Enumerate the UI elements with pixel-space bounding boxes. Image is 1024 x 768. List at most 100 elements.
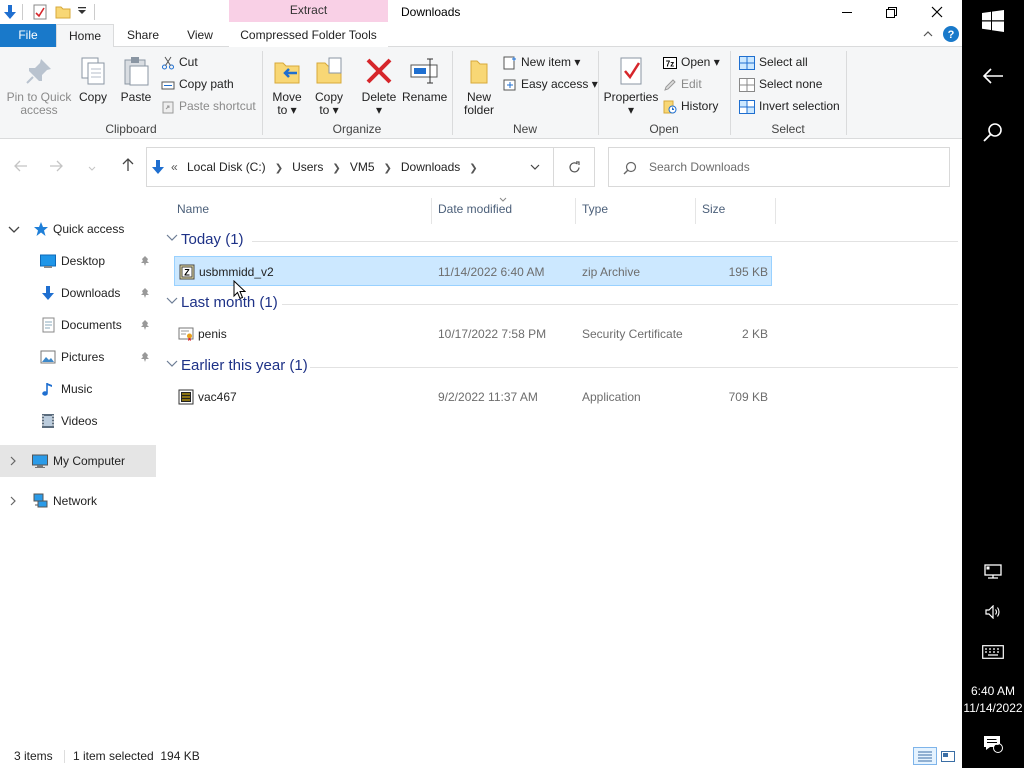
- volume-button[interactable]: [962, 600, 1024, 624]
- file-row[interactable]: Z usbmmidd_v2 11/14/2022 6:40 AM zip Arc…: [174, 256, 772, 286]
- down-arrow-icon[interactable]: [2, 4, 18, 20]
- rename-label: Rename: [402, 90, 448, 104]
- forward-button[interactable]: [46, 157, 66, 177]
- pin-to-quick-access-button[interactable]: Pin to Quick access: [6, 55, 72, 117]
- large-icons-view-button[interactable]: [939, 748, 957, 764]
- column-header-date[interactable]: Date modified: [438, 195, 512, 224]
- breadcrumb-separator-icon[interactable]: ❯: [384, 163, 392, 174]
- copy-to-button[interactable]: Copy to ▾: [310, 55, 348, 117]
- refresh-button[interactable]: [553, 148, 595, 186]
- details-view-button[interactable]: [913, 747, 937, 765]
- up-button[interactable]: [118, 157, 138, 177]
- new-folder-icon[interactable]: [55, 4, 71, 20]
- select-all-button[interactable]: Select all: [739, 52, 808, 72]
- column-divider[interactable]: [575, 198, 576, 224]
- column-header-type[interactable]: Type: [582, 195, 608, 224]
- file-row[interactable]: vac467 9/2/2022 11:37 AM Application 709…: [174, 382, 772, 412]
- back-button[interactable]: [962, 62, 1024, 90]
- nav-quick-access[interactable]: Quick access: [0, 213, 156, 245]
- search-box[interactable]: Search Downloads: [608, 147, 950, 187]
- copy-path-button[interactable]: Copy path: [161, 74, 234, 94]
- application-icon: [178, 389, 194, 405]
- chevron-down-icon[interactable]: [166, 234, 178, 242]
- search-button[interactable]: [962, 118, 1024, 146]
- group-header[interactable]: Earlier this year (1): [160, 355, 960, 379]
- tab-home[interactable]: Home: [56, 24, 114, 48]
- new-folder-button[interactable]: New folder: [460, 55, 498, 117]
- history-button[interactable]: History: [663, 96, 718, 116]
- network-status-button[interactable]: [962, 560, 1024, 584]
- chevron-down-icon[interactable]: [166, 360, 178, 368]
- tab-file[interactable]: File: [0, 24, 56, 47]
- chevron-right-icon[interactable]: [10, 496, 17, 506]
- delete-button[interactable]: Delete ▾: [358, 55, 400, 117]
- column-divider[interactable]: [695, 198, 696, 224]
- open-button[interactable]: 7z Open ▾: [663, 52, 720, 72]
- restore-button[interactable]: [868, 0, 914, 24]
- touch-keyboard-button[interactable]: [962, 640, 1024, 664]
- nav-videos[interactable]: Videos: [0, 405, 156, 437]
- address-bar[interactable]: « Local Disk (C:) ❯ Users ❯ VM5 ❯ Downloads ❯: [146, 147, 595, 187]
- invert-selection-button[interactable]: Invert selection: [739, 96, 840, 116]
- action-center-button[interactable]: 1: [962, 732, 1024, 756]
- column-divider[interactable]: [775, 198, 776, 224]
- collapse-ribbon-icon[interactable]: [923, 30, 933, 38]
- breadcrumb-overflow[interactable]: «: [171, 148, 178, 186]
- start-button[interactable]: [962, 6, 1024, 36]
- nav-pictures[interactable]: Pictures: [0, 341, 156, 373]
- pin-icon[interactable]: [140, 351, 150, 363]
- column-header-size[interactable]: Size: [702, 195, 725, 224]
- properties-icon[interactable]: [32, 4, 48, 20]
- pin-icon: [26, 59, 51, 84]
- breadcrumb-item[interactable]: Users: [292, 160, 323, 174]
- minimize-button[interactable]: [824, 0, 870, 24]
- search-input[interactable]: Search Downloads: [649, 160, 750, 174]
- tab-view[interactable]: View: [176, 24, 224, 47]
- context-tab-header: Extract: [229, 0, 388, 22]
- tab-share[interactable]: Share: [118, 24, 168, 47]
- close-button[interactable]: [914, 0, 960, 24]
- copy-button[interactable]: Copy: [76, 55, 110, 104]
- chevron-down-icon[interactable]: [166, 297, 178, 305]
- nav-my-computer[interactable]: My Computer: [0, 445, 156, 477]
- breadcrumb-item[interactable]: Downloads: [401, 160, 460, 174]
- tab-compressed-folder-tools[interactable]: Compressed Folder Tools: [229, 24, 388, 47]
- nav-music[interactable]: Music: [0, 373, 156, 405]
- breadcrumb-separator-icon[interactable]: ❯: [275, 163, 283, 174]
- column-header-name[interactable]: Name: [177, 195, 209, 224]
- clock[interactable]: 6:40 AM 11/14/2022: [962, 683, 1024, 717]
- cut-button[interactable]: Cut: [161, 52, 198, 72]
- nav-documents[interactable]: Documents: [0, 309, 156, 341]
- nav-network[interactable]: Network: [0, 485, 156, 517]
- breadcrumb-item[interactable]: Local Disk (C:): [187, 160, 266, 174]
- move-to-button[interactable]: Move to ▾: [268, 55, 306, 117]
- group-header[interactable]: Today (1): [160, 229, 960, 253]
- group-header[interactable]: Last month (1): [160, 292, 960, 316]
- properties-button[interactable]: Properties ▾: [603, 55, 659, 117]
- paste-button[interactable]: Paste: [118, 55, 154, 104]
- easy-access-button[interactable]: Easy access ▾: [503, 74, 598, 94]
- chevron-down-icon[interactable]: [74, 4, 90, 20]
- pin-icon[interactable]: [140, 287, 150, 299]
- network-icon: [33, 493, 48, 508]
- paste-shortcut-button[interactable]: Paste shortcut: [161, 96, 256, 116]
- nav-downloads[interactable]: Downloads: [0, 277, 156, 309]
- new-item-button[interactable]: New item ▾: [503, 52, 580, 72]
- rename-button[interactable]: Rename: [402, 55, 448, 104]
- chevron-right-icon[interactable]: [10, 456, 17, 466]
- pin-icon[interactable]: [140, 255, 150, 267]
- address-history-button[interactable]: [517, 148, 553, 186]
- select-none-button[interactable]: Select none: [739, 74, 822, 94]
- file-row[interactable]: penis 10/17/2022 7:58 PM Security Certif…: [174, 319, 772, 349]
- breadcrumb-item[interactable]: VM5: [350, 160, 375, 174]
- chevron-down-icon[interactable]: [8, 226, 20, 234]
- help-icon[interactable]: ?: [943, 26, 959, 42]
- breadcrumb-separator-icon[interactable]: ❯: [469, 163, 477, 174]
- back-button[interactable]: [11, 157, 31, 177]
- recent-locations-button[interactable]: [82, 157, 102, 177]
- edit-button[interactable]: Edit: [663, 74, 702, 94]
- column-divider[interactable]: [431, 198, 432, 224]
- nav-desktop[interactable]: Desktop: [0, 245, 156, 277]
- breadcrumb-separator-icon[interactable]: ❯: [332, 163, 340, 174]
- pin-icon[interactable]: [140, 319, 150, 331]
